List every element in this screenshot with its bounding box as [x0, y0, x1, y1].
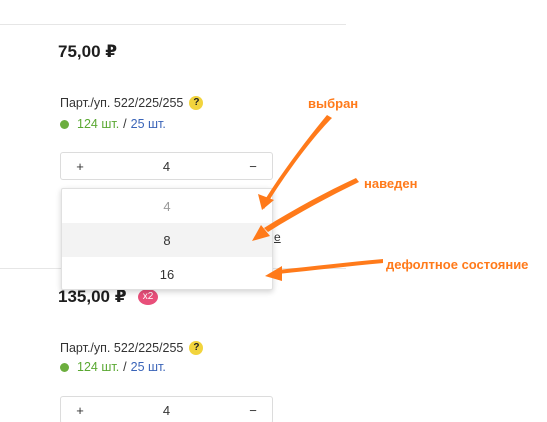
annotation-selected: выбран — [308, 96, 359, 111]
arrowhead-default — [265, 266, 282, 281]
annotation-default: дефолтное состояние — [386, 257, 529, 272]
annotation-arrows — [252, 115, 383, 281]
arrow-default — [278, 259, 383, 274]
annotation-hovered: наведен — [364, 176, 418, 191]
arrow-selected — [262, 115, 332, 209]
